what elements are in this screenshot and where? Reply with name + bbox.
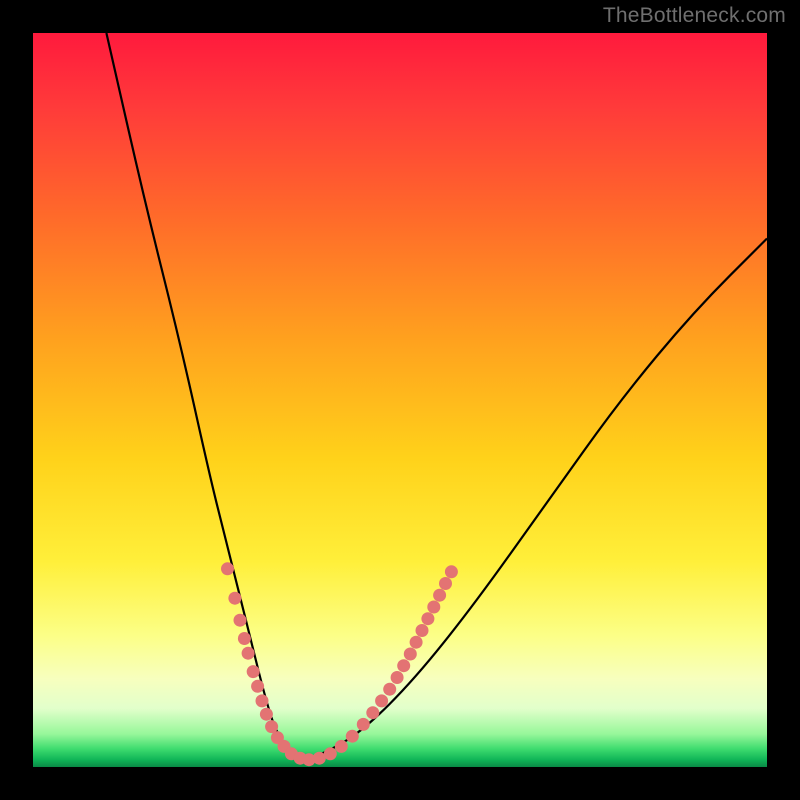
highlight-dot xyxy=(383,683,396,696)
highlight-dot xyxy=(366,706,379,719)
highlight-dot xyxy=(242,647,255,660)
highlight-dot xyxy=(410,636,423,649)
highlight-dot xyxy=(247,665,260,678)
highlight-dot xyxy=(357,718,370,731)
highlight-dot xyxy=(238,632,251,645)
highlight-dot xyxy=(324,747,337,760)
highlight-dot xyxy=(346,730,359,743)
watermark-text: TheBottleneck.com xyxy=(603,4,786,28)
highlight-dot xyxy=(427,601,440,614)
highlight-dot xyxy=(421,612,434,625)
highlight-dot xyxy=(256,694,269,707)
highlight-dot xyxy=(433,589,446,602)
highlight-dot xyxy=(391,671,404,684)
highlight-dot xyxy=(234,614,247,627)
highlight-dot xyxy=(260,708,273,721)
highlight-dot xyxy=(221,562,234,575)
chart-frame: TheBottleneck.com xyxy=(0,0,800,800)
highlight-dot xyxy=(404,648,417,661)
highlight-dot xyxy=(439,577,452,590)
highlight-dot xyxy=(375,694,388,707)
bottleneck-curve xyxy=(33,33,767,767)
highlight-dot xyxy=(335,740,348,753)
highlight-dot xyxy=(416,624,429,637)
highlight-dot xyxy=(228,592,241,605)
highlight-dot xyxy=(397,659,410,672)
highlight-dot xyxy=(445,565,458,578)
highlight-dot xyxy=(251,680,264,693)
bottleneck-curve-path xyxy=(106,33,767,758)
highlight-dot xyxy=(265,720,278,733)
plot-area xyxy=(33,33,767,767)
